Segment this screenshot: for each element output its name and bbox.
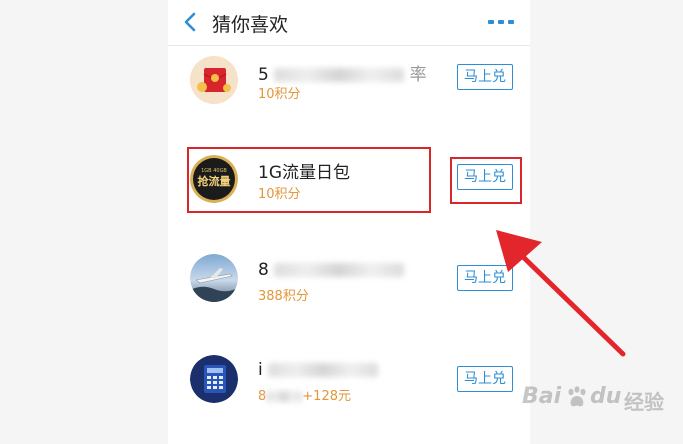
item-name: i — [258, 360, 379, 380]
more-dots-icon[interactable] — [488, 19, 514, 25]
list-item[interactable]: 5 率 10积分 马上兑 — [168, 46, 530, 122]
chevron-left-icon[interactable] — [182, 12, 198, 32]
item-price: 388积分 — [258, 289, 309, 304]
highlight-button-box — [450, 157, 522, 204]
redacted-text — [268, 363, 379, 377]
redacted-text — [274, 263, 405, 277]
baidu-paw-icon — [568, 386, 586, 407]
left-background — [0, 0, 168, 444]
item-name: 8 — [258, 260, 405, 280]
page-title: 猜你喜欢 — [212, 14, 289, 36]
item-price: 8 +128元 — [258, 389, 351, 404]
watermark-suffix: 经验 — [624, 390, 664, 414]
phone-screen: 猜你喜欢 5 率 10积分 马上兑 1GB 40GB 抢流量 1G流量日包 10… — [168, 0, 530, 444]
watermark-brand: Bai — [522, 384, 562, 409]
annotation-arrow-icon — [496, 230, 626, 357]
list-item[interactable]: i 8 +128元 马上兑 — [168, 340, 530, 420]
top-bar: 猜你喜欢 — [168, 0, 530, 46]
item-price: 10积分 — [258, 87, 301, 102]
list-item[interactable]: 8 388积分 马上兑 — [168, 240, 530, 320]
redacted-text — [274, 68, 405, 82]
airplane-icon — [190, 254, 238, 302]
redeem-button[interactable]: 马上兑 — [457, 64, 513, 90]
item-name: 5 率 — [258, 65, 427, 85]
watermark: Bai du 经验 — [520, 380, 680, 420]
watermark-du: du — [590, 384, 622, 409]
highlight-item-box — [187, 147, 431, 213]
redacted-text — [266, 391, 303, 402]
red-envelope-icon — [190, 56, 238, 104]
calculator-icon — [190, 355, 238, 403]
